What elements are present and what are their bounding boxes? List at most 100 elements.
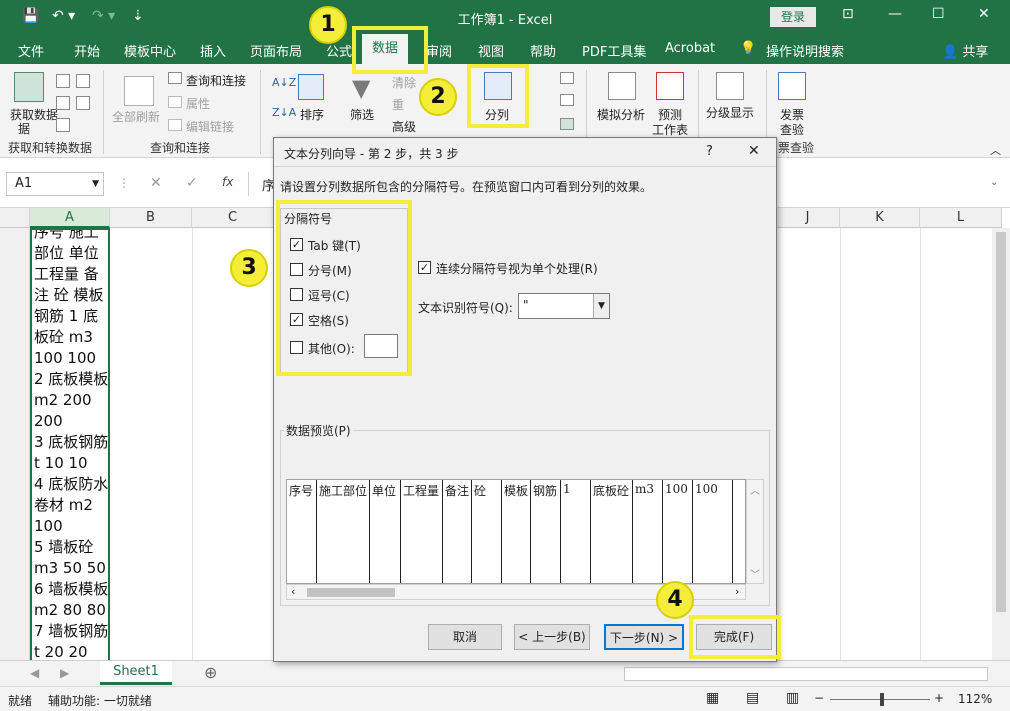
highlight-finish-button xyxy=(689,615,781,659)
sort-za-icon[interactable]: Z↓A xyxy=(272,106,296,119)
share-label: 共享 xyxy=(962,45,989,60)
properties-icon[interactable] xyxy=(168,96,182,108)
tab-review[interactable]: 审阅 xyxy=(426,41,452,60)
highlight-split-button xyxy=(467,64,529,128)
get-data-icon[interactable] xyxy=(14,72,44,102)
preview-vertical-scrollbar[interactable]: ︿ ﹀ xyxy=(746,479,764,584)
confirm-edit-icon[interactable]: ✓ xyxy=(186,175,198,191)
page-break-view-icon[interactable]: ▥ xyxy=(786,690,799,706)
sort-icon[interactable] xyxy=(298,74,324,100)
tab-template-center[interactable]: 模板中心 xyxy=(124,41,176,60)
tab-insert[interactable]: 插入 xyxy=(200,41,226,60)
zoom-out-icon[interactable]: − xyxy=(814,691,824,705)
page-layout-view-icon[interactable]: ▤ xyxy=(746,690,759,706)
add-sheet-icon[interactable]: ⊕ xyxy=(204,663,217,682)
edit-links-icon[interactable] xyxy=(168,119,182,131)
tab-pdf-tools[interactable]: PDF工具集 xyxy=(582,41,646,60)
back-button[interactable]: < 上一步(B) xyxy=(514,624,590,650)
tab-page-layout[interactable]: 页面布局 xyxy=(250,41,302,60)
expand-formula-icon[interactable]: ⌄ xyxy=(990,177,998,188)
vertical-scrollbar[interactable] xyxy=(992,228,1010,660)
consecutive-delimiter-checkbox[interactable]: ✓ xyxy=(418,261,431,274)
insert-function-icon[interactable]: fx xyxy=(222,175,233,189)
tab-home[interactable]: 开始 xyxy=(74,41,100,60)
share-button[interactable]: 👤 共享 xyxy=(942,41,988,60)
scroll-down-icon[interactable]: ﹀ xyxy=(750,566,760,581)
column-header-k[interactable]: K xyxy=(840,208,920,228)
collapse-ribbon-icon[interactable]: ︿ xyxy=(990,142,1001,158)
select-all-corner[interactable] xyxy=(0,208,30,228)
scrollbar-thumb[interactable] xyxy=(996,232,1006,612)
tab-help[interactable]: 帮助 xyxy=(530,41,556,60)
text-qualifier-select[interactable]: " ▼ xyxy=(518,293,610,319)
sort-button[interactable]: 排序 xyxy=(300,106,324,123)
data-preview[interactable]: 序号 施工部位 单位 工程量 备注砼模板 钢筋 1 底板砼 m3 100 100 xyxy=(286,479,746,584)
chevron-down-icon[interactable]: ▼ xyxy=(92,173,99,195)
advanced-button[interactable]: 高级 xyxy=(392,118,416,135)
zoom-level[interactable]: 112% xyxy=(958,692,992,706)
properties-button[interactable]: 属性 xyxy=(186,95,210,112)
from-table-icon[interactable] xyxy=(56,118,70,132)
close-icon[interactable]: ✕ xyxy=(978,6,990,22)
next-sheet-icon[interactable]: ▶ xyxy=(60,666,69,680)
login-button[interactable]: 登录 xyxy=(770,7,816,27)
column-header-a[interactable]: A xyxy=(30,208,110,228)
name-box[interactable]: A1 ▼ xyxy=(6,172,104,196)
existing-conn-icon[interactable] xyxy=(76,96,90,110)
maximize-icon[interactable]: ☐ xyxy=(932,6,945,22)
edit-links-button[interactable]: 编辑链接 xyxy=(186,118,234,135)
query-connections-button[interactable]: 查询和连接 xyxy=(186,72,246,89)
recent-sources-icon[interactable] xyxy=(76,74,90,88)
data-preview-label: 数据预览(P) xyxy=(284,422,353,439)
sort-az-icon[interactable]: A↓Z xyxy=(272,76,296,89)
zoom-slider-thumb[interactable] xyxy=(880,693,884,706)
zoom-in-icon[interactable]: + xyxy=(934,691,944,705)
chevron-down-icon[interactable]: ▼ xyxy=(593,294,609,318)
tab-file[interactable]: 文件 xyxy=(18,41,44,60)
column-header-c[interactable]: C xyxy=(192,208,274,228)
cancel-button[interactable]: 取消 xyxy=(428,624,502,650)
column-header-b[interactable]: B xyxy=(110,208,192,228)
scroll-right-icon[interactable]: › xyxy=(735,585,739,598)
from-text-icon[interactable] xyxy=(56,74,70,88)
refresh-all-icon[interactable] xyxy=(124,76,154,106)
horizontal-scrollbar[interactable] xyxy=(624,667,988,681)
tab-view[interactable]: 视图 xyxy=(478,41,504,60)
what-if-analysis-button[interactable]: 模拟分析 xyxy=(597,106,645,123)
scroll-up-icon[interactable]: ︿ xyxy=(750,482,760,497)
column-header-j[interactable]: J xyxy=(776,208,840,228)
column-header-l[interactable]: L xyxy=(920,208,1002,228)
next-button[interactable]: 下一步(N) > xyxy=(604,624,684,650)
ribbon-display-icon[interactable]: ⊡ xyxy=(842,6,854,22)
refresh-all-button[interactable]: 全部刷新 xyxy=(112,108,160,125)
cell-a1-line: 6 墙板模板 xyxy=(34,580,109,598)
scrollbar-thumb[interactable] xyxy=(307,588,395,597)
cell-a1[interactable]: 序号 施工 部位 单位 工程量 备注 砼 模板 钢筋 1 底板砼 m3 100 100 2… xyxy=(30,228,110,668)
help-icon[interactable]: ? xyxy=(706,144,713,159)
sheet-tab-sheet1[interactable]: Sheet1 xyxy=(100,661,172,685)
from-web-icon[interactable] xyxy=(56,96,70,110)
reapply-button[interactable]: 重 xyxy=(392,96,404,113)
what-if-icon[interactable] xyxy=(608,72,636,100)
invoice-check-icon[interactable] xyxy=(778,72,806,100)
clear-button[interactable]: 清除 xyxy=(392,74,416,91)
forecast-sheet-icon[interactable] xyxy=(656,72,684,100)
filter-icon[interactable]: ▼ xyxy=(352,74,370,102)
flash-fill-icon[interactable] xyxy=(560,72,574,84)
filter-button[interactable]: 筛选 xyxy=(350,106,374,123)
accessibility-status[interactable]: 辅助功能: 一切就绪 xyxy=(48,692,152,709)
query-connections-icon[interactable] xyxy=(168,72,182,84)
scroll-left-icon[interactable]: ‹ xyxy=(291,585,295,598)
consecutive-delimiter-label[interactable]: 连续分隔符号视为单个处理(R) xyxy=(436,260,598,277)
data-validation-icon[interactable] xyxy=(560,118,574,130)
cancel-edit-icon[interactable]: ✕ xyxy=(150,175,162,191)
tell-me-search[interactable]: 操作说明搜索 xyxy=(766,41,844,60)
outline-button[interactable]: 分级显示 xyxy=(706,104,754,121)
dialog-close-icon[interactable]: ✕ xyxy=(748,143,760,159)
tab-acrobat[interactable]: Acrobat xyxy=(665,41,715,56)
outline-icon[interactable] xyxy=(716,72,744,100)
normal-view-icon[interactable]: ▦ xyxy=(706,690,719,706)
remove-duplicates-icon[interactable] xyxy=(560,94,574,106)
prev-sheet-icon[interactable]: ◀ xyxy=(30,666,39,680)
minimize-icon[interactable]: — xyxy=(888,6,902,22)
